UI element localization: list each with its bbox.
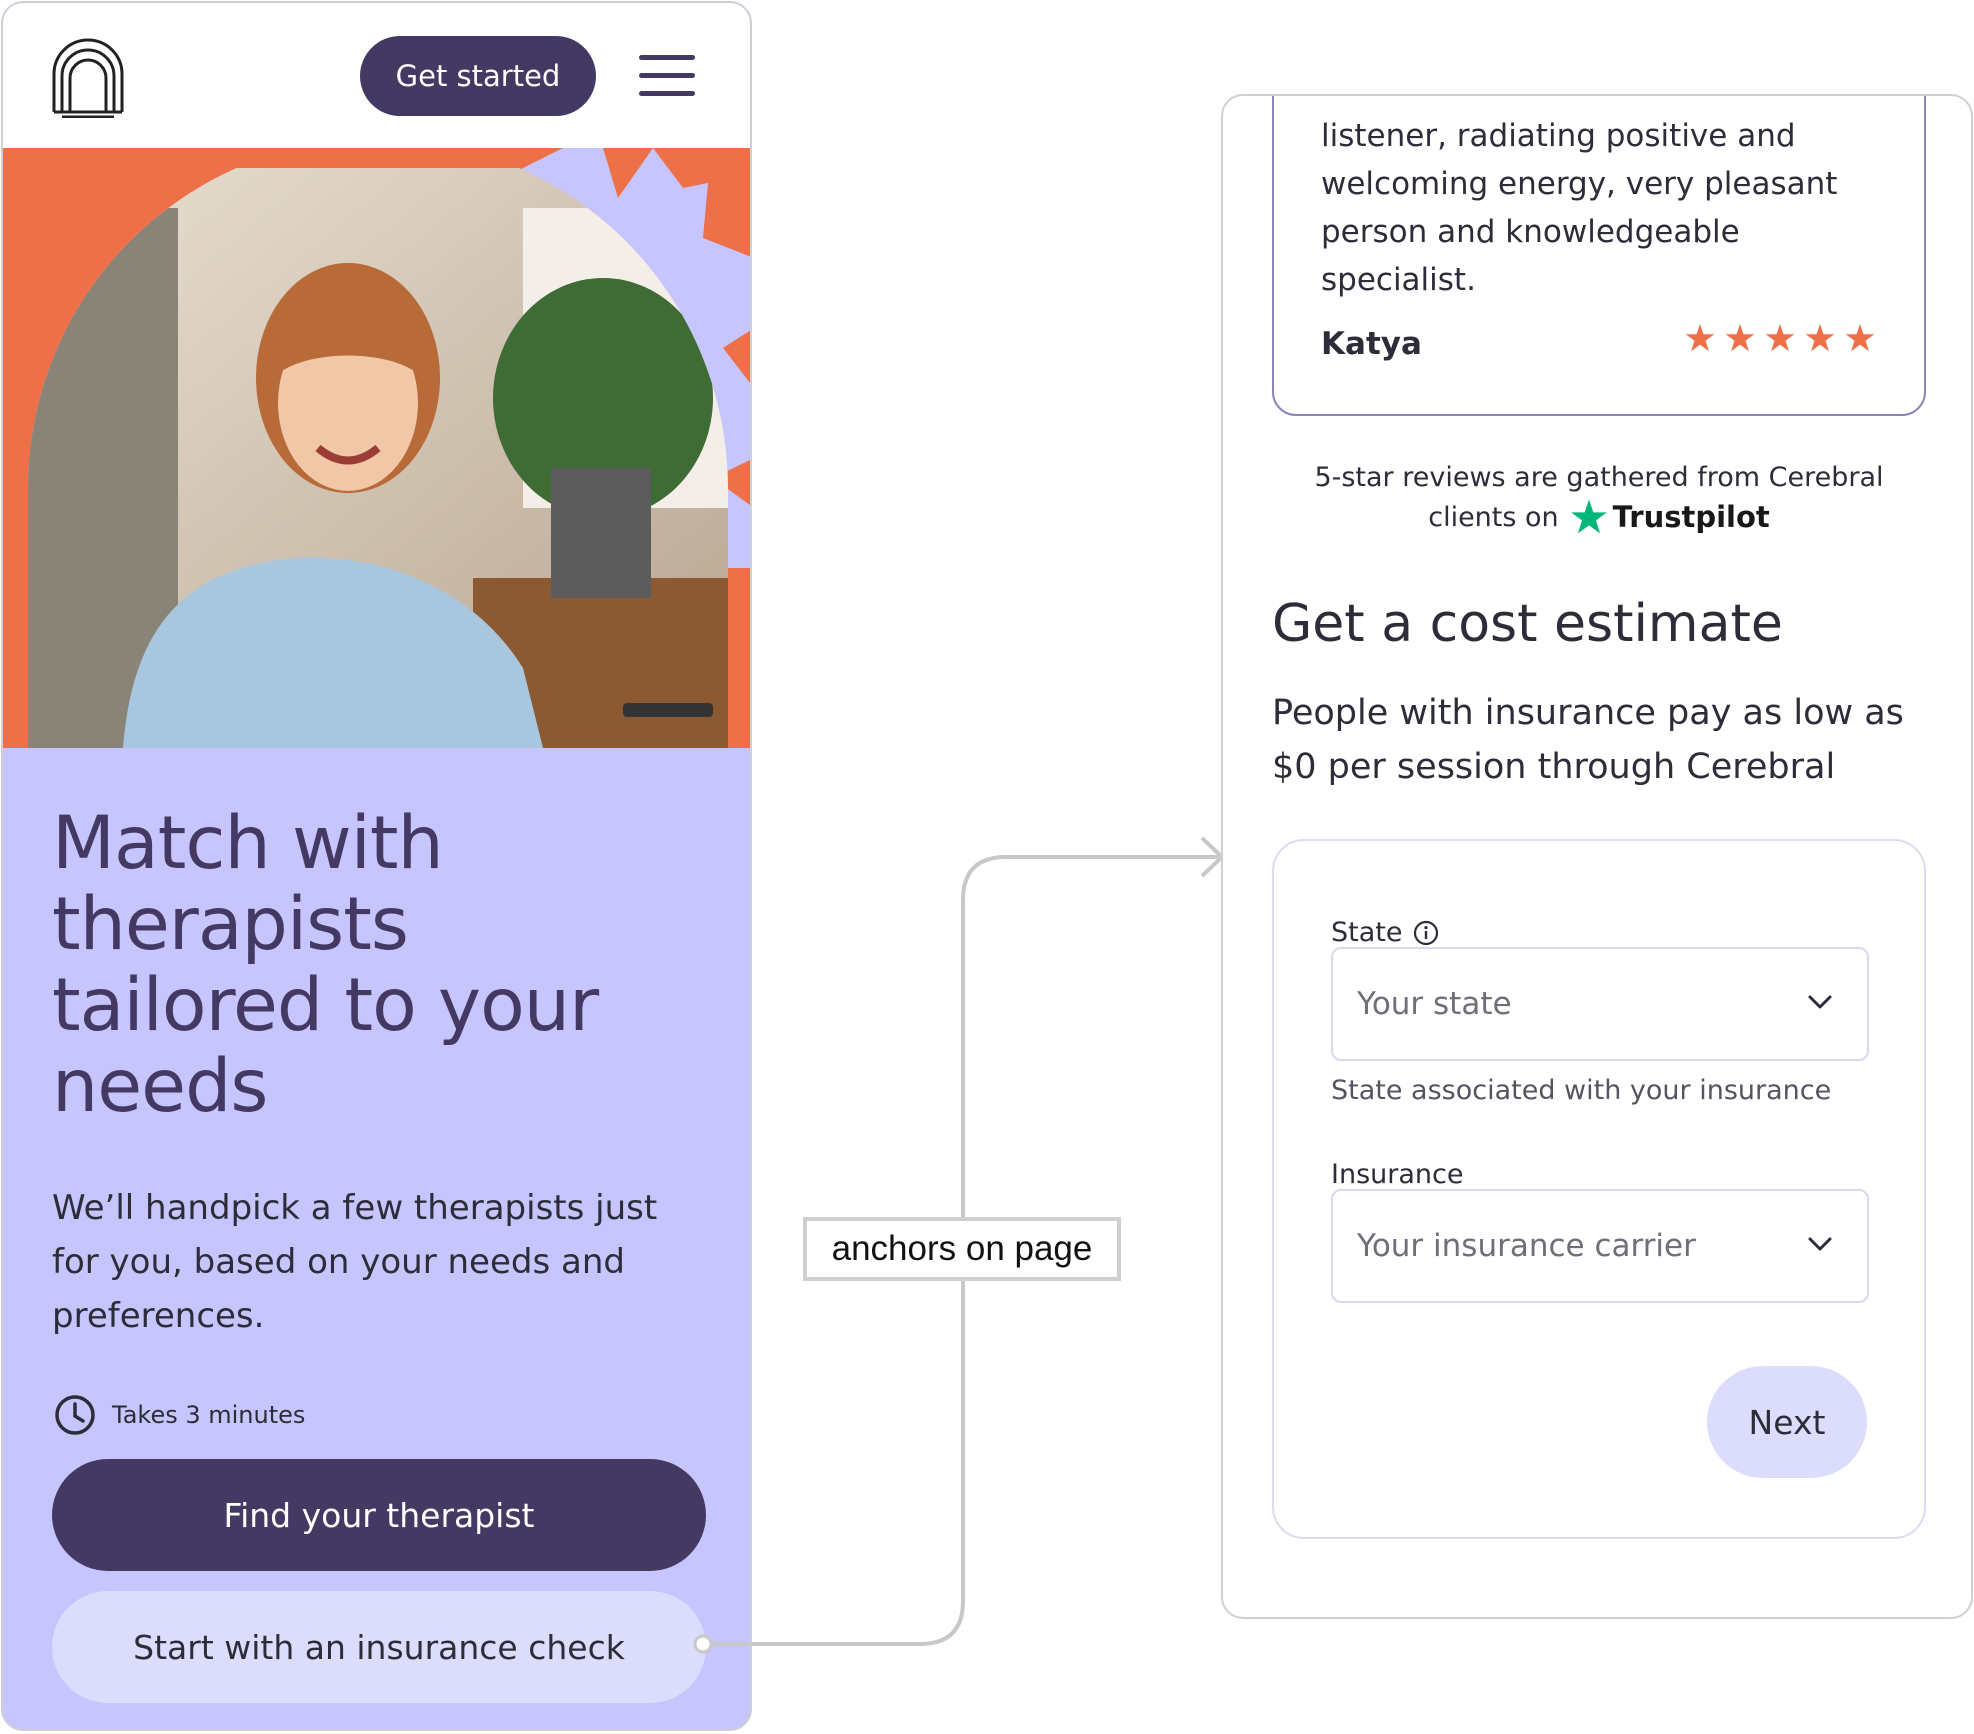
next-button[interactable]: Next (1707, 1366, 1867, 1478)
review-card: listener, radiating positive and welcomi… (1272, 96, 1926, 416)
insurance-check-button[interactable]: Start with an insurance check (52, 1591, 706, 1703)
smiling-woman-photo (28, 148, 750, 748)
cost-estimate-section: listener, radiating positive and welcomi… (1221, 94, 1973, 1619)
review-text: listener, radiating positive and welcomi… (1321, 118, 1838, 298)
state-helper-text: State associated with your insurance (1331, 1075, 1832, 1106)
state-select-value: Your state (1357, 986, 1512, 1022)
trustpilot-brand: Trustpilot (1612, 500, 1770, 534)
state-label-row: State (1331, 917, 1440, 948)
chevron-down-icon (1808, 1237, 1832, 1251)
insurance-form-card: State Your state State associated with y… (1272, 839, 1926, 1539)
state-label: State (1331, 917, 1403, 948)
clock-icon (55, 1395, 95, 1435)
state-select[interactable]: Your state (1331, 947, 1869, 1061)
star-icon (1685, 324, 1715, 352)
arch-logo-icon[interactable] (50, 36, 126, 118)
trustpilot-star-icon (1570, 499, 1607, 534)
insurance-select[interactable]: Your insurance carrier (1331, 1189, 1869, 1303)
hero-headline: Match with therapists tailored to your n… (52, 801, 599, 1129)
find-your-therapist-button[interactable]: Find your therapist (52, 1459, 706, 1571)
duration-text: Takes 3 minutes (112, 1401, 306, 1429)
star-icon (1765, 324, 1795, 352)
insurance-label: Insurance (1331, 1159, 1464, 1190)
duration-note: Takes 3 minutes (54, 1393, 305, 1437)
star-icon (1805, 324, 1835, 352)
insurance-select-value: Your insurance carrier (1357, 1228, 1696, 1264)
review-author: Katya (1321, 326, 1422, 362)
star-icon (1845, 324, 1875, 352)
get-started-button[interactable]: Get started (360, 36, 596, 116)
hamburger-menu-icon[interactable] (639, 55, 695, 97)
trustpilot-note-line1: 5-star reviews are gathered from Cerebra… (1314, 462, 1884, 493)
cost-estimate-title: Get a cost estimate (1272, 594, 1783, 654)
trustpilot-logo[interactable]: Trustpilot (1569, 497, 1770, 537)
top-navigation-bar: Get started (3, 3, 750, 148)
hero-subcopy: We’ll handpick a few therapists just for… (52, 1188, 658, 1336)
star-rating (1684, 322, 1876, 354)
cost-estimate-subtitle: People with insurance pay as low as $0 p… (1272, 693, 1904, 787)
trustpilot-note-line2: clients on Trustpilot (1223, 497, 1971, 537)
hero-image-area (3, 148, 750, 748)
info-icon[interactable] (1412, 919, 1440, 947)
anchors-on-page-label: anchors on page (803, 1217, 1121, 1281)
chevron-down-icon (1808, 995, 1832, 1009)
mobile-landing-screen: Get started Match with therapists tailor… (1, 1, 752, 1731)
trustpilot-prefix: clients on (1428, 501, 1559, 533)
star-icon (1725, 324, 1755, 352)
